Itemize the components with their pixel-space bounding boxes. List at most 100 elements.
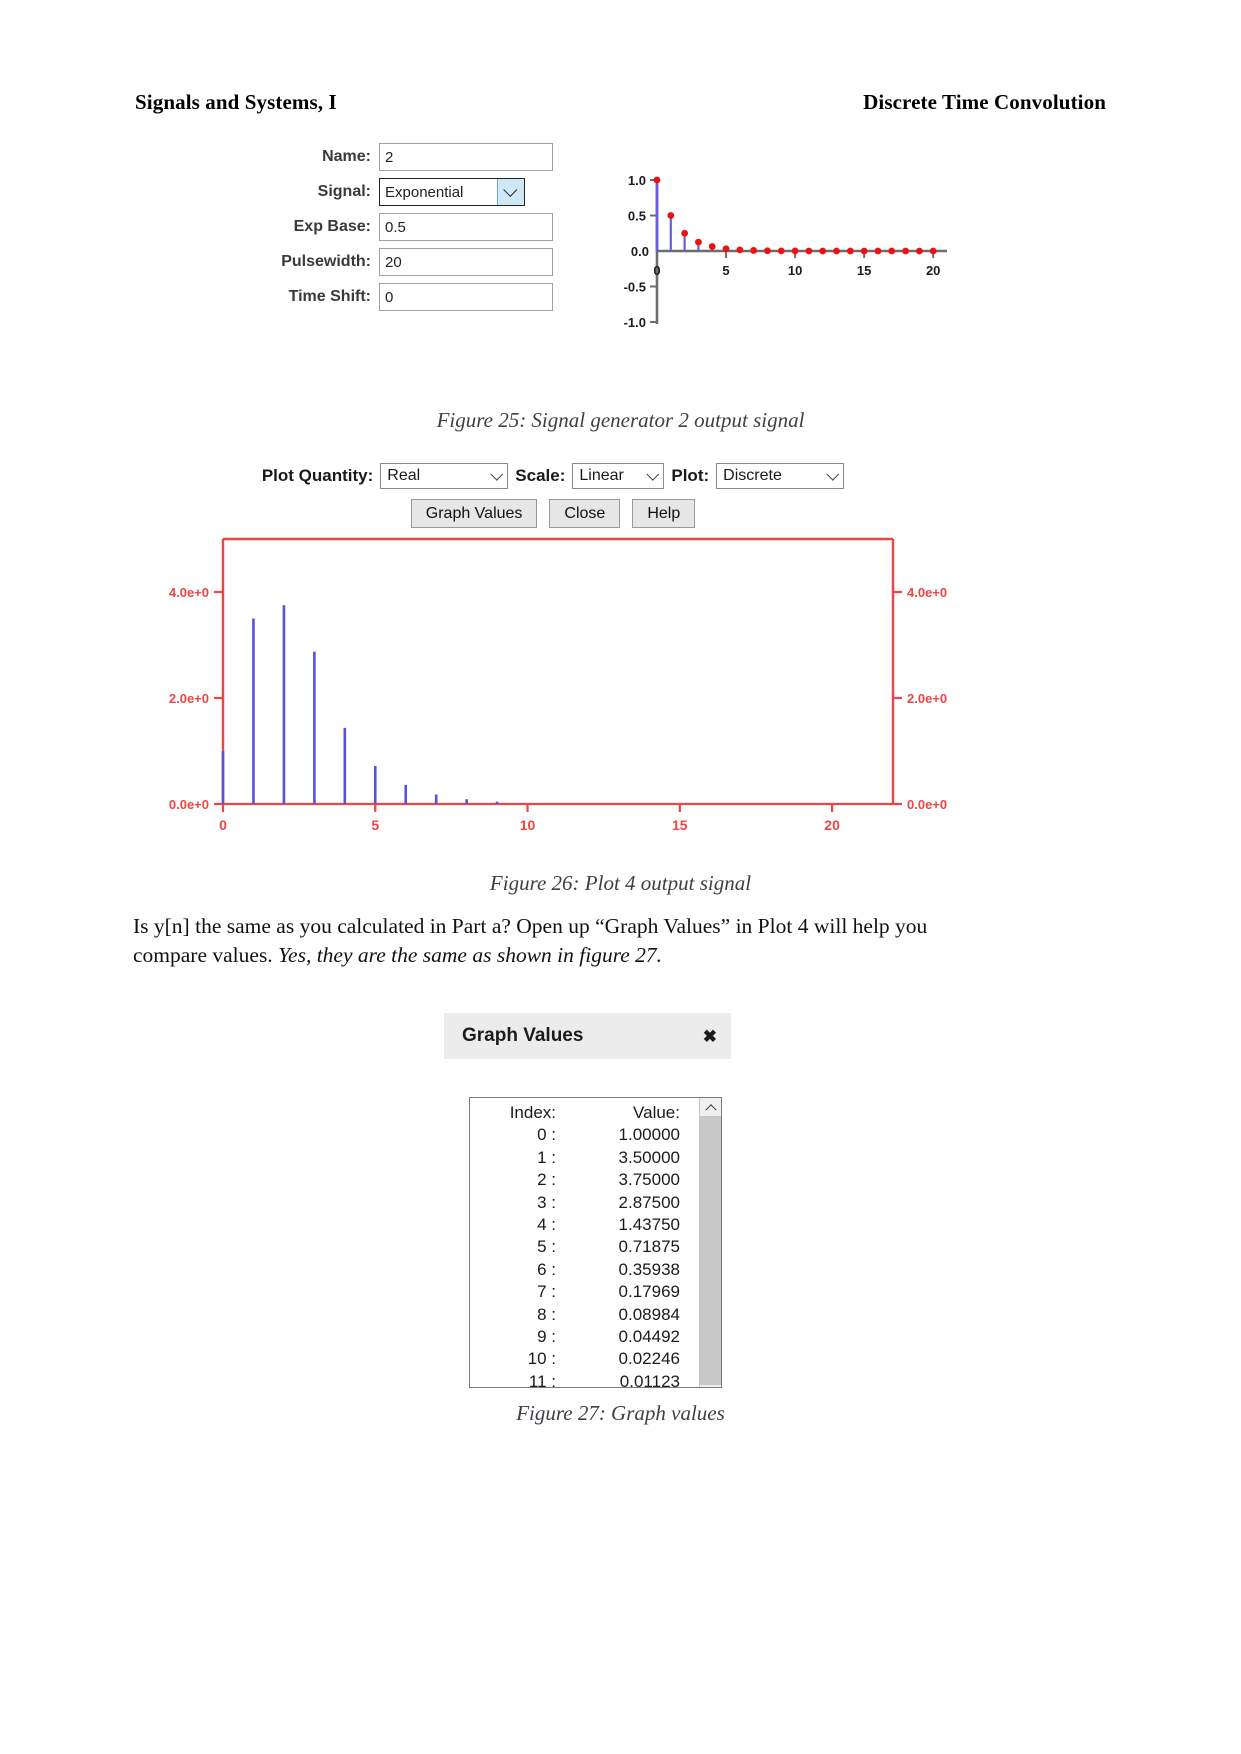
list-item[interactable]: 3 : 2.87500	[470, 1192, 699, 1214]
form-row-name: Name: 2	[255, 140, 555, 174]
figure-26-caption: Figure 26: Plot 4 output signal	[489, 871, 752, 895]
scrollbar-thumb[interactable]	[700, 1117, 721, 1385]
plot-type-value: Discrete	[723, 467, 782, 484]
svg-text:0.0e+0: 0.0e+0	[907, 797, 947, 812]
graph-values-scrollbar[interactable]	[699, 1098, 721, 1387]
scale-select[interactable]: Linear	[572, 463, 665, 489]
svg-text:2.0e+0: 2.0e+0	[907, 691, 947, 706]
plot-type-select[interactable]: Discrete	[716, 463, 845, 489]
list-item[interactable]: 6 : 0.35938	[470, 1259, 699, 1281]
list-item[interactable]: 1 : 3.50000	[470, 1147, 699, 1169]
row-index: 7 :	[537, 1282, 556, 1302]
scale-label: Scale:	[515, 466, 566, 485]
graph-values-list: Index: Value: 0 : 1.00000 1 : 3.50000 2 : 3.750…	[470, 1098, 699, 1387]
row-index: 10 :	[527, 1349, 556, 1369]
svg-text:2.0e+0: 2.0e+0	[169, 691, 209, 706]
row-index: 9 :	[537, 1326, 556, 1346]
row-index: 4 :	[537, 1214, 556, 1234]
page-header: Signals and Systems, I Discrete Time Con…	[135, 90, 1106, 115]
form-row-signal: Signal: Exponential	[255, 175, 555, 209]
plot-quantity-label: Plot Quantity:	[261, 466, 374, 485]
row-index: 2 :	[537, 1170, 556, 1190]
fig26-stem-plot: 0.0e+0 0.0e+0 2.0e+0 2.0e+0 4.0e+0 4.0e+0 0 5 10…	[169, 537, 947, 833]
svg-text:0.5: 0.5	[628, 209, 646, 224]
graph-values-listbox[interactable]: Index: Value: 0 : 1.00000 1 : 3.50000 2 : 3.750…	[469, 1097, 722, 1388]
list-item[interactable]: 0 : 1.00000	[470, 1124, 699, 1146]
plot-4-window: Plot Quantity: Real Scale: Linear Plot: …	[133, 443, 973, 855]
svg-text:0.0e+0: 0.0e+0	[169, 797, 209, 812]
signal-generator-preview-chart: -1.0 -0.5 0.0 0.5 1.0 0 5 10 15 20	[595, 162, 955, 357]
header-right-title: Discrete Time Convolution	[863, 90, 1106, 114]
svg-text:0: 0	[653, 263, 660, 278]
row-index: 3 :	[537, 1192, 556, 1212]
list-item[interactable]: 5 : 0.71875	[470, 1236, 699, 1258]
chevron-down-icon[interactable]	[823, 467, 843, 481]
row-index: 6 :	[537, 1259, 556, 1279]
name-label: Name:	[322, 148, 371, 165]
close-button[interactable]: Close	[549, 499, 621, 528]
list-item[interactable]: 7 : 0.17969	[470, 1281, 699, 1303]
svg-text:4.0e+0: 4.0e+0	[907, 585, 947, 600]
chevron-up-icon[interactable]	[700, 1098, 721, 1117]
graph-values-dialog: Graph Values ✖ Index: Value: 0 :1.00000 1 :…	[444, 1013, 734, 1388]
graph-values-titlebar: Graph Values ✖	[444, 1013, 731, 1059]
figure-27-caption: Figure 27: Graph values	[516, 1401, 725, 1425]
row-index: 8 :	[537, 1304, 556, 1324]
row-value: 2.87500	[618, 1192, 680, 1212]
plot-quantity-select[interactable]: Real	[380, 463, 509, 489]
figure-25-caption: Figure 25: Signal generator 2 output sig…	[436, 408, 805, 432]
list-item[interactable]: 10 : 0.02246	[470, 1348, 699, 1370]
exp-base-input[interactable]: 0.5	[379, 213, 553, 241]
list-item[interactable]: 8 : 0.08984	[470, 1304, 699, 1326]
row-value: 0.17969	[618, 1282, 680, 1302]
pulsewidth-input[interactable]: 20	[379, 248, 553, 276]
row-index: 0 :	[537, 1125, 556, 1145]
svg-text:20: 20	[824, 817, 840, 833]
row-value: 3.50000	[618, 1147, 680, 1167]
chevron-down-icon[interactable]	[487, 467, 507, 481]
svg-text:5: 5	[722, 263, 729, 278]
help-button[interactable]: Help	[632, 499, 696, 528]
svg-text:4.0e+0: 4.0e+0	[169, 585, 209, 600]
row-value: 0.01123	[619, 1371, 680, 1388]
row-index: 5 :	[537, 1237, 556, 1257]
plot-controls-row: Plot Quantity: Real Scale: Linear Plot: …	[133, 463, 973, 489]
graph-values-title: Graph Values	[462, 1025, 584, 1046]
chevron-down-icon[interactable]	[643, 467, 663, 481]
row-value: 1.43750	[618, 1214, 680, 1234]
row-value: 0.71875	[618, 1237, 680, 1257]
plot-type-label: Plot:	[671, 466, 710, 485]
paragraph-italic-answer: Yes, they are the same as shown in figur…	[278, 943, 663, 967]
close-icon[interactable]: ✖	[703, 1028, 717, 1045]
svg-text:15: 15	[857, 263, 871, 278]
signal-select[interactable]: Exponential	[379, 178, 525, 206]
svg-text:5: 5	[371, 817, 379, 833]
list-item[interactable]: 9 : 0.04492	[470, 1326, 699, 1348]
time-shift-input[interactable]: 0	[379, 283, 553, 311]
chevron-down-icon[interactable]	[497, 179, 524, 205]
form-row-time-shift: Time Shift: 0	[255, 280, 555, 314]
list-item[interactable]: 11 : 0.01123	[470, 1371, 699, 1388]
name-input[interactable]: 2	[379, 143, 553, 171]
scale-value: Linear	[579, 467, 624, 484]
column-header-index: Index:	[509, 1103, 556, 1122]
plot-buttons-row: Graph Values Close Help	[133, 499, 973, 528]
svg-text:20: 20	[926, 263, 940, 278]
row-value: 3.75000	[618, 1170, 680, 1190]
row-value: 1.00000	[618, 1125, 680, 1145]
pulsewidth-label: Pulsewidth:	[281, 253, 371, 270]
graph-values-button[interactable]: Graph Values	[410, 499, 538, 528]
fig25-stem-plot: -1.0 -0.5 0.0 0.5 1.0 0 5 10 15 20	[624, 173, 947, 330]
row-value: 0.35938	[618, 1259, 680, 1279]
form-row-exp-base: Exp Base: 0.5	[255, 210, 555, 244]
time-shift-label: Time Shift:	[288, 288, 371, 305]
row-value: 0.04492	[618, 1326, 680, 1346]
svg-text:0.0: 0.0	[631, 244, 649, 259]
svg-text:-0.5: -0.5	[624, 280, 646, 295]
list-item[interactable]: 4 : 1.43750	[470, 1214, 699, 1236]
signal-label: Signal:	[317, 183, 371, 200]
svg-text:-1.0: -1.0	[624, 315, 646, 330]
exp-base-label: Exp Base:	[293, 218, 371, 235]
list-item[interactable]: 2 : 3.75000	[470, 1169, 699, 1191]
svg-text:1.0: 1.0	[628, 173, 646, 188]
